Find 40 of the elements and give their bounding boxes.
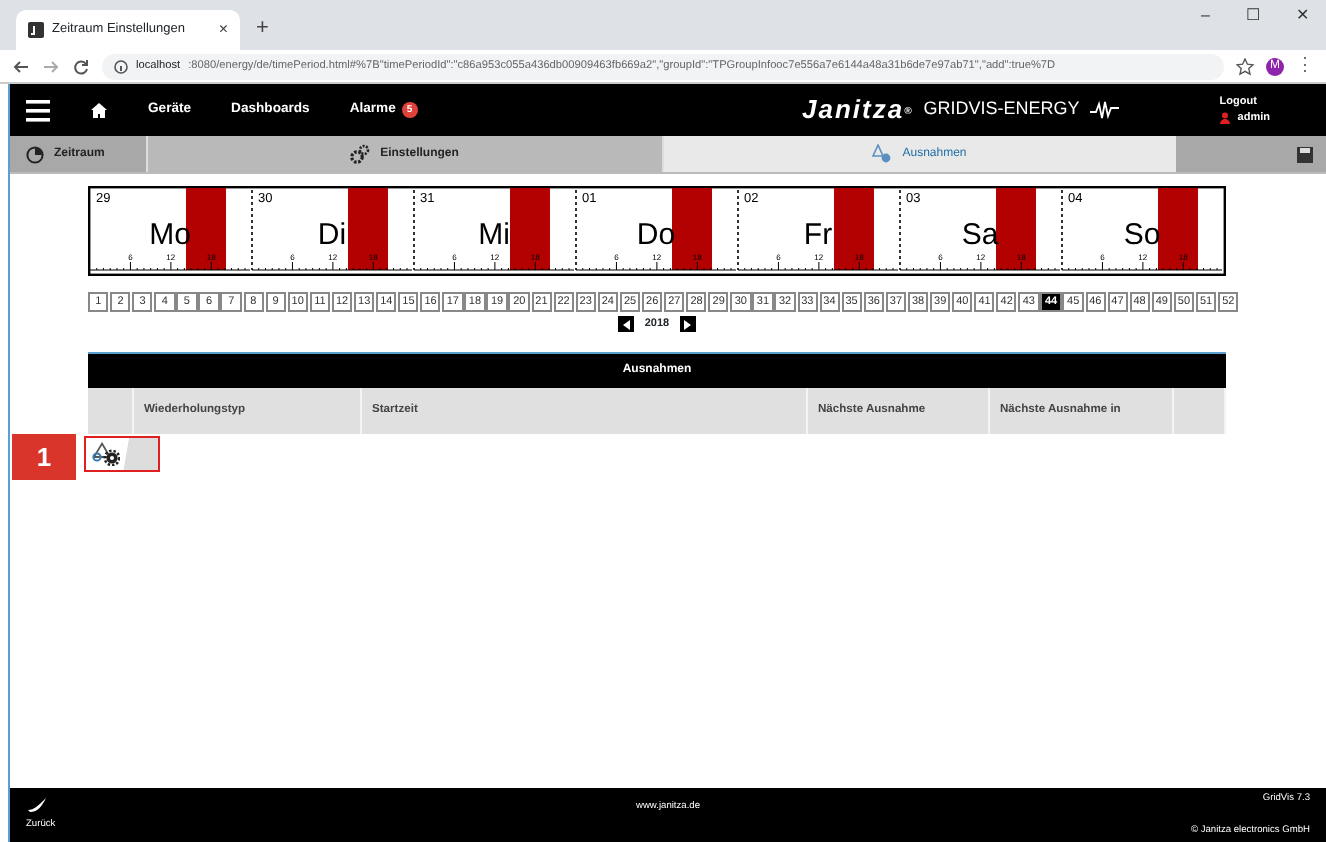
menu-icon[interactable]: [26, 99, 50, 121]
exception-band: [348, 188, 388, 270]
exception-band: [834, 188, 874, 270]
next-year-button[interactable]: [679, 316, 696, 333]
exception-band: [1158, 188, 1198, 270]
exception-band: [510, 188, 550, 270]
info-icon: [114, 59, 128, 73]
save-button[interactable]: [1176, 136, 1326, 172]
day-name: Fr: [803, 218, 833, 252]
reload-icon[interactable]: [72, 57, 90, 75]
exception-band: [996, 188, 1036, 270]
clock-icon: [26, 145, 44, 163]
back-arrow-icon[interactable]: [26, 796, 48, 815]
product-name: GRIDVIS-ENERGY: [923, 96, 1080, 123]
star-icon[interactable]: [1236, 57, 1254, 75]
exception-band: [672, 188, 712, 270]
menu-button[interactable]: ⋮: [1296, 52, 1314, 80]
exception-settings-icon: [92, 442, 120, 467]
user-icon: [1219, 112, 1230, 125]
maximize-button[interactable]: ☐: [1246, 3, 1260, 27]
minimize-button[interactable]: –: [1201, 3, 1210, 27]
back-icon[interactable]: [12, 57, 30, 75]
exception-icon: [872, 144, 893, 164]
add-exception-button[interactable]: [84, 436, 160, 473]
logo-text: Janitza$^{®}$: [802, 92, 914, 129]
exception-band: [186, 188, 226, 270]
left-arrow-icon: [620, 317, 633, 332]
home-icon[interactable]: [90, 101, 108, 119]
previous-year-button[interactable]: [618, 316, 635, 333]
close-tab-button[interactable]: ×: [218, 18, 228, 42]
day-name: Di: [317, 218, 347, 252]
right-arrow-icon: [681, 317, 694, 332]
gears-icon: [350, 144, 371, 164]
close-button[interactable]: ✕: [1296, 3, 1310, 27]
day-name: Mi: [478, 218, 510, 252]
new-tab-button[interactable]: +: [256, 11, 269, 44]
waveform-icon: [1089, 100, 1120, 120]
favicon-icon: [28, 22, 44, 38]
step-marker: 1: [12, 434, 76, 480]
save-icon: [1296, 145, 1314, 163]
